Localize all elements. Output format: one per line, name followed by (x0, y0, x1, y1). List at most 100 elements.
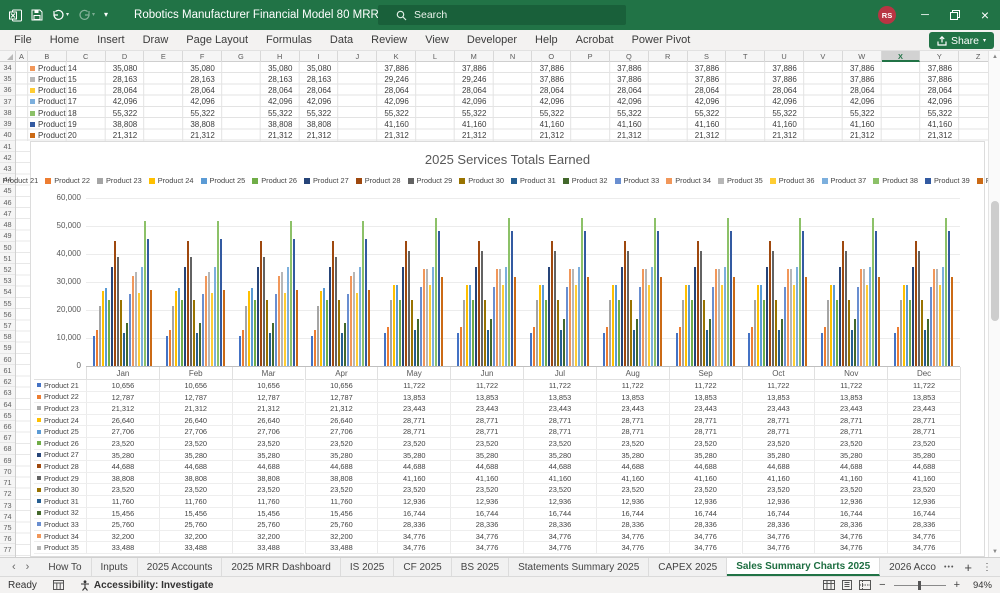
column-header-j[interactable]: J (338, 51, 377, 62)
bar-product-28-oct[interactable] (769, 241, 771, 366)
ribbon-tab-file[interactable]: File (0, 30, 41, 50)
bar-product-21-apr[interactable] (311, 336, 313, 366)
bar-product-29-may[interactable] (408, 251, 410, 366)
bar-product-30-apr[interactable] (338, 300, 340, 366)
bar-product-33-mar[interactable] (275, 294, 277, 366)
bar-product-22-jan[interactable] (96, 330, 98, 366)
cell-value[interactable]: 28,064 (174, 86, 232, 95)
bar-product-30-oct[interactable] (775, 300, 777, 366)
cell-value[interactable]: 38,808 (96, 120, 154, 129)
bar-product-21-jul[interactable] (530, 333, 532, 366)
cell-value[interactable]: 35,080 (290, 64, 348, 73)
bar-product-40-sep[interactable] (733, 277, 735, 366)
row-header-47[interactable]: 47 (0, 208, 15, 219)
bar-product-38-apr[interactable] (362, 221, 364, 366)
bar-product-30-aug[interactable] (630, 300, 632, 366)
bar-product-21-jun[interactable] (457, 333, 459, 366)
bar-product-31-apr[interactable] (341, 333, 343, 366)
bar-product-28-aug[interactable] (624, 241, 626, 366)
bar-product-25-sep[interactable] (688, 285, 690, 366)
bar-product-32-jan[interactable] (126, 323, 128, 366)
bar-product-30-jul[interactable] (557, 300, 559, 366)
cell-value[interactable]: 28,064 (678, 86, 736, 95)
cell-value[interactable]: 38,808 (290, 120, 348, 129)
column-header-h[interactable]: H (261, 51, 300, 62)
sheet-tab-statements-summary-2025[interactable]: Statements Summary 2025 (509, 558, 649, 576)
row-header-38[interactable]: 38 (0, 107, 15, 118)
column-header-p[interactable]: P (571, 51, 610, 62)
bar-product-21-nov[interactable] (821, 333, 823, 366)
bar-product-23-nov[interactable] (827, 300, 829, 366)
bar-product-22-sep[interactable] (679, 327, 681, 366)
row-header-48[interactable]: 48 (0, 219, 15, 230)
row-header-57[interactable]: 57 (0, 320, 15, 331)
bar-product-27-dec[interactable] (912, 267, 914, 366)
row-header-74[interactable]: 74 (0, 511, 15, 522)
column-header-t[interactable]: T (726, 51, 765, 62)
undo-dropdown-icon[interactable]: ▾ (66, 12, 69, 18)
bar-product-34-mar[interactable] (278, 276, 280, 366)
legend-item-product-21[interactable]: Product 21 (0, 176, 38, 185)
row-header-52[interactable]: 52 (0, 264, 15, 275)
bar-product-22-dec[interactable] (897, 327, 899, 366)
bar-product-27-apr[interactable] (329, 267, 331, 366)
row-header-61[interactable]: 61 (0, 365, 15, 376)
cell-value[interactable]: 28,064 (911, 86, 969, 95)
ribbon-tab-review[interactable]: Review (362, 30, 416, 50)
bar-product-37-may[interactable] (432, 267, 434, 366)
bar-product-37-sep[interactable] (724, 267, 726, 366)
bar-product-27-oct[interactable] (766, 267, 768, 366)
vertical-scrollbar[interactable]: ▲ ▼ (988, 51, 1000, 557)
bar-product-40-aug[interactable] (660, 277, 662, 366)
bar-product-37-nov[interactable] (869, 267, 871, 366)
row-header-53[interactable]: 53 (0, 275, 15, 286)
bar-product-29-oct[interactable] (772, 251, 774, 366)
cell-value[interactable]: 37,886 (445, 64, 503, 73)
bar-product-22-feb[interactable] (169, 330, 171, 366)
row-header-58[interactable]: 58 (0, 331, 15, 342)
bar-product-36-aug[interactable] (648, 285, 650, 366)
bar-product-32-oct[interactable] (781, 319, 783, 366)
bar-product-21-mar[interactable] (239, 336, 241, 366)
bar-product-24-jul[interactable] (539, 285, 541, 366)
sheet-tab-cf-2025[interactable]: CF 2025 (394, 558, 451, 576)
legend-item-product-24[interactable]: Product 24 (149, 176, 194, 185)
bar-product-31-sep[interactable] (706, 330, 708, 366)
bar-product-37-aug[interactable] (651, 267, 653, 366)
bar-product-22-oct[interactable] (751, 327, 753, 366)
column-header-s[interactable]: S (688, 51, 727, 62)
cell-value[interactable]: 37,886 (523, 64, 581, 73)
bar-product-21-jan[interactable] (93, 336, 95, 366)
redo-dropdown-icon[interactable]: ▾ (92, 12, 95, 18)
cell-value[interactable]: 37,886 (600, 75, 658, 84)
bar-product-40-jul[interactable] (587, 277, 589, 366)
bar-product-21-dec[interactable] (894, 333, 896, 366)
cell-value[interactable]: 21,312 (911, 131, 969, 140)
bar-product-35-aug[interactable] (645, 269, 647, 366)
sheet-tab-is-2025[interactable]: IS 2025 (341, 558, 394, 576)
bar-product-23-apr[interactable] (317, 306, 319, 366)
bar-product-39-may[interactable] (438, 231, 440, 366)
cell-value[interactable]: 42,096 (445, 97, 503, 106)
bar-product-29-aug[interactable] (627, 251, 629, 366)
bar-product-34-sep[interactable] (715, 269, 717, 366)
bar-product-36-apr[interactable] (356, 293, 358, 366)
bar-product-38-mar[interactable] (290, 221, 292, 366)
cell-value[interactable]: 41,160 (911, 120, 969, 129)
bar-product-28-feb[interactable] (187, 241, 189, 366)
bar-product-38-jul[interactable] (581, 218, 583, 366)
cell-value[interactable]: 55,322 (445, 109, 503, 118)
bar-product-39-nov[interactable] (875, 231, 877, 366)
cell-value[interactable]: 28,064 (833, 86, 891, 95)
row-header-45[interactable]: 45 (0, 185, 15, 196)
row-header-55[interactable]: 55 (0, 298, 15, 309)
bar-product-40-nov[interactable] (878, 277, 880, 366)
redo-icon[interactable]: ▾ (78, 9, 95, 21)
cell-value[interactable]: 28,064 (96, 86, 154, 95)
bar-product-35-nov[interactable] (863, 269, 865, 366)
bar-product-25-jul[interactable] (542, 285, 544, 366)
bar-product-22-jun[interactable] (460, 327, 462, 366)
bar-product-26-apr[interactable] (326, 300, 328, 366)
bar-product-40-dec[interactable] (951, 277, 953, 366)
row-header-36[interactable]: 36 (0, 84, 15, 95)
